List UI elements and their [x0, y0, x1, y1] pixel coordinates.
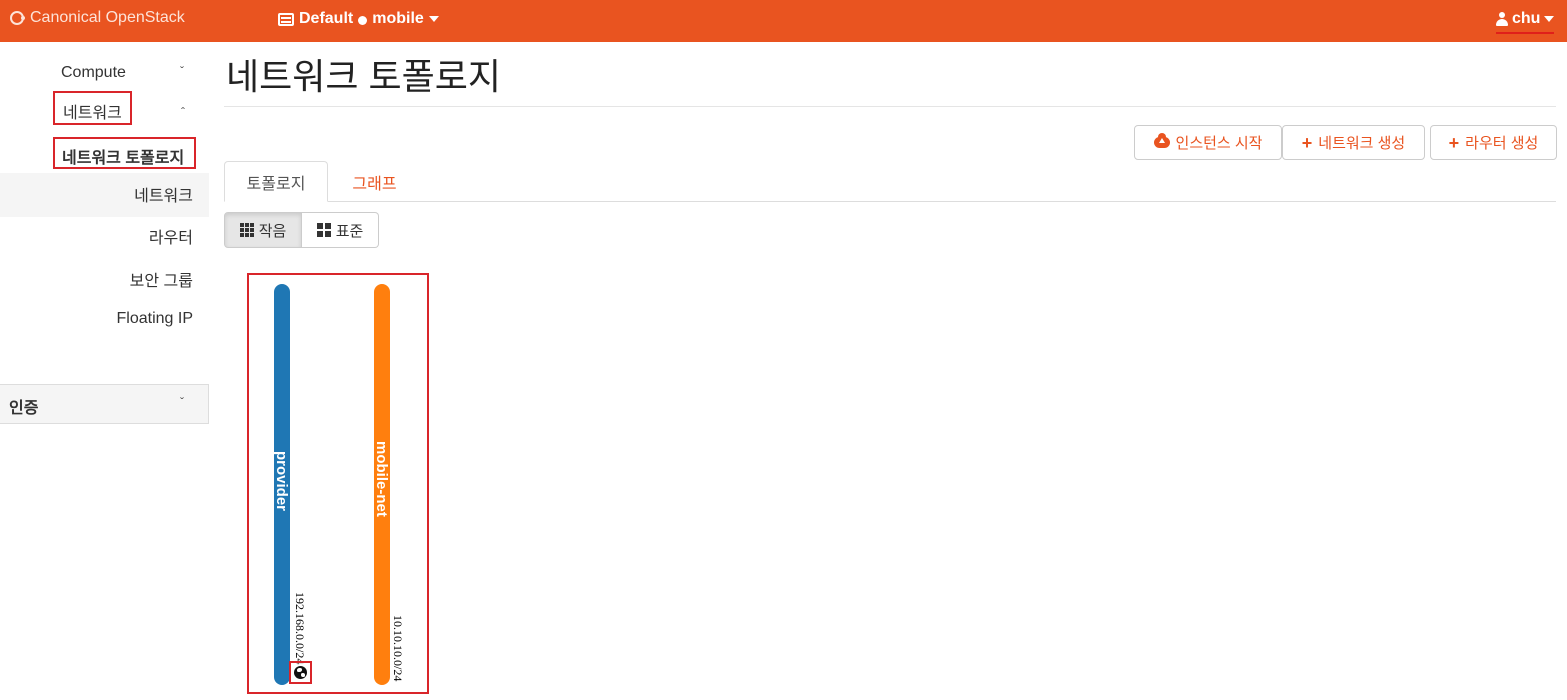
cloud-upload-icon [1153, 133, 1170, 148]
domain-name: Default [299, 10, 354, 27]
sidebar-item-label: 보안 그룹 [129, 273, 193, 290]
sidebar-item-label: 네트워크 [134, 188, 193, 205]
network-cidr: 10.10.10.0/24 [391, 615, 405, 682]
tabs-divider [224, 201, 1556, 202]
chevron-down-icon [428, 16, 439, 22]
brand-name: Canonical OpenStack [30, 9, 185, 26]
sidebar-item-label: 네트워크 토폴로지 [62, 150, 185, 167]
grid-small-icon [239, 223, 254, 237]
plus-icon: + [1448, 132, 1460, 153]
sidebar-item-label: 라우터 [148, 230, 193, 247]
sidebar-item-identity[interactable]: 인증 ˇ [0, 384, 209, 424]
create-network-button[interactable]: + 네트워크 생성 [1282, 125, 1425, 160]
sidebar-item-compute[interactable]: Compute [61, 64, 126, 82]
chevron-down-icon [1544, 16, 1555, 22]
chevron-down-icon: ˇ [180, 395, 184, 409]
sidebar-item-label: 네트워크 [63, 105, 122, 122]
view-small-button[interactable]: 작음 [224, 212, 302, 248]
project-selector[interactable]: Default mobile [278, 10, 439, 28]
button-label: 표준 [335, 222, 364, 240]
network-name: provider [273, 451, 290, 512]
grid-large-icon [316, 223, 331, 237]
view-normal-button[interactable]: 표준 [302, 212, 379, 248]
sidebar-item-networks[interactable]: 네트워크 [0, 182, 193, 206]
external-network-marker[interactable] [289, 661, 312, 684]
tab-label: 그래프 [352, 175, 397, 193]
create-router-button[interactable]: + 라우터 생성 [1430, 125, 1557, 160]
openstack-logo-icon [10, 11, 25, 25]
globe-icon [294, 666, 307, 679]
user-name: chu [1512, 10, 1541, 27]
sidebar-item-security-groups[interactable]: 보안 그룹 [0, 267, 193, 291]
tab-topology[interactable]: 토폴로지 [224, 161, 328, 202]
sidebar-item-routers[interactable]: 라우터 [0, 224, 193, 248]
sidebar-item-network-topology[interactable]: 네트워크 토폴로지 [53, 137, 196, 169]
network-name: mobile-net [373, 441, 390, 517]
sidebar-item-label: Compute [61, 64, 126, 81]
button-label: 작음 [258, 222, 287, 240]
sidebar-item-label: 인증 [9, 400, 39, 417]
launch-instance-button[interactable]: 인스턴스 시작 [1134, 125, 1282, 160]
brand[interactable]: Canonical OpenStack [10, 9, 185, 27]
button-label: 네트워크 생성 [1318, 135, 1406, 152]
sidebar: Compute ˇ 네트워크 ˆ 네트워크 토폴로지 네트워크 라우터 보안 그… [0, 42, 209, 700]
plus-icon: + [1301, 132, 1313, 153]
tab-label: 토폴로지 [246, 175, 306, 193]
divider [224, 106, 1556, 107]
chevron-down-icon: ˇ [180, 64, 184, 78]
sidebar-item-label: Floating IP [116, 310, 193, 327]
project-icon [278, 12, 294, 26]
button-label: 인스턴스 시작 [1175, 135, 1263, 152]
chevron-up-icon: ˆ [181, 105, 185, 119]
sidebar-item-floating-ip[interactable]: Floating IP [0, 310, 193, 328]
tab-graph[interactable]: 그래프 [336, 161, 413, 202]
network-cidr: 192.168.0.0/24 [293, 592, 307, 665]
sidebar-item-network[interactable]: 네트워크 [53, 91, 132, 125]
page-title: 네트워크 토폴로지 [226, 56, 501, 97]
user-menu[interactable]: chu [1496, 10, 1555, 34]
button-label: 라우터 생성 [1465, 135, 1539, 152]
top-navbar: Canonical OpenStack Default mobile chu [0, 0, 1567, 42]
separator-dot-icon [358, 16, 368, 25]
user-icon [1496, 12, 1508, 26]
project-name: mobile [372, 10, 424, 27]
